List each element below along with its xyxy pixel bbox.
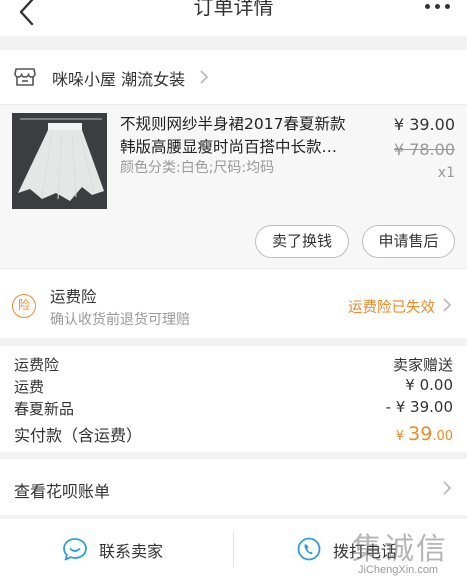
chevron-right-icon: [200, 70, 209, 84]
chat-icon: [63, 538, 87, 561]
contact-seller-button[interactable]: 联系卖家: [0, 519, 233, 580]
fee-value: - ¥ 39.00: [385, 398, 453, 416]
fee-value: 卖家赠送: [392, 356, 453, 374]
insurance-title: 运费险: [50, 288, 97, 306]
fee-row: 运费 ¥ 0.00: [14, 376, 453, 397]
product-sku: 颜色分类:白色;尺码:均码: [120, 160, 275, 176]
shop-icon: [14, 68, 36, 86]
product-thumbnail[interactable]: [12, 113, 107, 209]
product-item[interactable]: 不规则网纱半身裙2017春夏新款韩版高腰显瘦时尚百搭中长款… 颜色分类:白色;尺…: [0, 104, 467, 268]
fee-label: 运费险: [14, 356, 60, 374]
product-price: ¥ 39.00: [393, 115, 455, 134]
insurance-status[interactable]: 运费险已失效: [348, 296, 435, 317]
shop-name[interactable]: 咪哚小屋 潮流女装: [52, 66, 185, 90]
fee-row: 春夏新品 - ¥ 39.00: [14, 398, 453, 419]
sell-button[interactable]: 卖了换钱: [255, 225, 349, 258]
watermark-logo: 集诚信 JiChengXin.com: [352, 524, 467, 580]
insurance-subtitle: 确认收货前退货可理赔: [50, 312, 190, 328]
more-icon[interactable]: [423, 0, 453, 20]
page-title: 订单详情: [193, 0, 274, 19]
contact-seller-label: 联系卖家: [99, 542, 164, 561]
huabei-label[interactable]: 查看花呗账单: [14, 478, 110, 502]
fee-value: ¥ 0.00: [405, 376, 453, 394]
product-quantity: x1: [437, 165, 455, 181]
top-bar: 订单详情: [0, 0, 467, 36]
fee-row: 运费险 卖家赠送: [14, 354, 453, 375]
chevron-right-icon: [443, 481, 452, 495]
skirt-image: [12, 113, 107, 209]
huabei-bill-row[interactable]: 查看花呗账单: [0, 459, 467, 515]
total-amount: ¥ 39.00: [396, 423, 453, 445]
total-currency: ¥: [395, 429, 404, 444]
product-title[interactable]: 不规则网纱半身裙2017春夏新款韩版高腰显瘦时尚百搭中长款…: [120, 113, 360, 159]
watermark-url: JiChengXin.com: [358, 564, 439, 576]
fee-breakdown: 运费险 卖家赠送 运费 ¥ 0.00 春夏新品 - ¥ 39.00 实付款（含运…: [0, 346, 467, 452]
shipping-insurance-row[interactable]: 险 运费险 确认收货前退货可理赔 运费险已失效: [0, 268, 467, 338]
original-price: ¥ 78.00: [393, 140, 455, 159]
total-cents: .00: [432, 429, 453, 444]
total-row: 实付款（含运费） ¥ 39.00: [14, 422, 453, 446]
after-sale-button[interactable]: 申请售后: [362, 225, 455, 258]
total-integer: 39: [408, 423, 433, 445]
total-label: 实付款（含运费）: [14, 426, 143, 445]
insurance-badge-icon: 险: [12, 294, 36, 318]
fee-label: 春夏新品: [14, 400, 75, 418]
phone-icon: [297, 537, 321, 561]
watermark-text: 集诚信: [352, 532, 448, 567]
fee-label: 运费: [14, 378, 45, 396]
shop-row[interactable]: 咪哚小屋 潮流女装: [0, 50, 467, 104]
chevron-right-icon[interactable]: [441, 296, 453, 314]
